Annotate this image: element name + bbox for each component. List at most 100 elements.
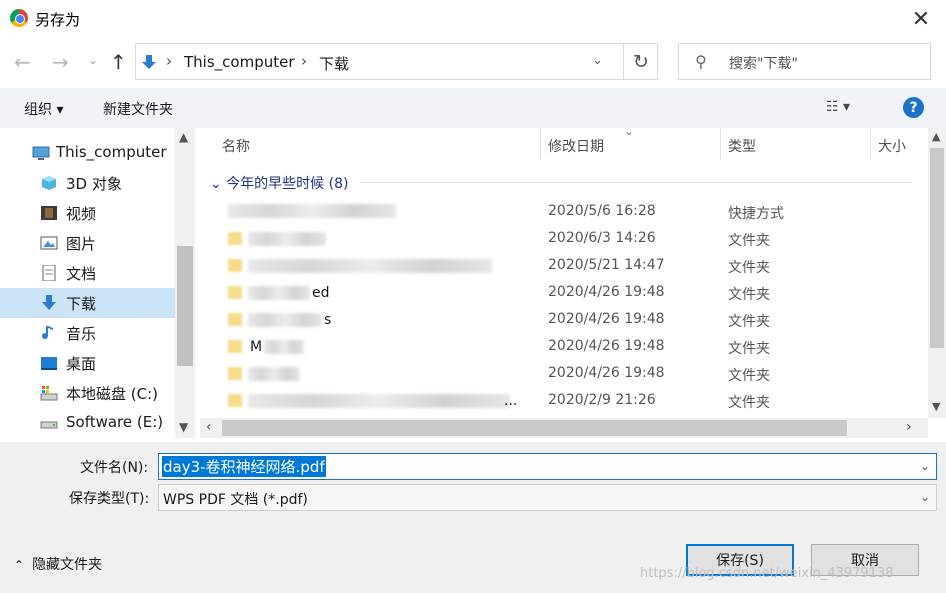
filename-input[interactable]: day3-卷积神经网络.pdf ⌄ [158,453,937,480]
hide-folders-toggle[interactable]: ⌃ 隐藏文件夹 [14,554,102,574]
sidebar-item-drive-c[interactable]: 本地磁盘 (C:) [0,378,175,408]
folder-icon [228,394,242,407]
save-type-label: 保存类型(T): [69,491,150,507]
save-form: 文件名(N): day3-卷积神经网络.pdf ⌄ 保存类型(T): WPS P… [0,442,946,593]
sidebar-item-label: 文档 [66,265,97,283]
address-dropdown-icon[interactable]: ⌄ [592,53,603,68]
folder-icon [228,259,242,272]
view-options-button[interactable]: ☷ ▾ [826,99,850,115]
sidebar-item-drive-e[interactable]: Software (E:) [0,408,175,438]
column-header-name[interactable]: 名称 [222,136,250,156]
file-type: 文件夹 [728,233,770,249]
file-type: 文件夹 [728,395,770,411]
back-arrow-icon[interactable]: ← [14,50,31,74]
breadcrumb-separator[interactable]: › [166,52,172,70]
folder-icon [228,286,242,299]
organize-button[interactable]: 组织 ▾ [24,99,63,119]
file-date: 2020/4/26 19:48 [548,365,665,381]
address-bar[interactable]: › This_computer › 下载 ⌄ ↻ [135,43,658,80]
watermark-text: https://blog.csdn.net/weixin_43979138 [640,566,894,581]
column-header-date[interactable]: 修改日期 [548,136,604,156]
file-name: M [228,337,528,357]
sidebar-item-label: 本地磁盘 (C:) [66,385,158,403]
scroll-left-icon[interactable]: ‹ [206,419,212,435]
scrollbar-thumb[interactable] [222,420,847,436]
search-icon: ⚲ [695,52,707,71]
sidebar-item-label: 图片 [66,235,97,253]
chevron-down-icon[interactable]: ⌄ [920,459,930,473]
file-name [228,256,528,276]
sidebar-item-desktop[interactable]: 桌面 [0,348,175,378]
file-list-vertical-scrollbar[interactable]: ▲ ▼ [928,128,946,418]
file-date: 2020/5/6 16:28 [548,203,656,219]
column-header-type[interactable]: 类型 [728,136,756,156]
file-date: 2020/4/26 19:48 [548,311,665,327]
scrollbar-thumb[interactable] [177,246,193,366]
sort-chevron-icon: ⌄ [624,124,635,138]
cube-icon [42,176,56,190]
list-item[interactable]: 2020/5/21 14:47 文件夹 [200,253,912,280]
sidebar-item-label: 桌面 [66,355,97,373]
recent-locations-chevron-icon[interactable]: ⌄ [88,53,98,67]
scroll-up-icon[interactable]: ▲ [932,130,940,143]
list-item[interactable]: 2020/4/26 19:48 文件夹 [200,361,912,388]
file-name: ... [228,391,528,411]
folder-icon [228,313,242,326]
search-box[interactable]: ⚲ 搜索"下载" [678,43,931,80]
save-type-select[interactable]: WPS PDF 文档 (*.pdf) ⌄ [158,484,937,511]
filename-value[interactable]: day3-卷积神经网络.pdf [162,456,326,477]
scroll-down-icon[interactable]: ▼ [179,420,188,434]
scroll-right-icon[interactable]: › [906,419,912,435]
file-name: ed [228,283,528,303]
download-icon [42,295,56,310]
list-item[interactable]: 2020/6/3 14:26 文件夹 [200,226,912,253]
file-list: 名称 ⌄ 修改日期 类型 大小 ⌄ 今年的早些时候 (8) 2020/5/6 1… [200,124,946,438]
hide-folders-label: 隐藏文件夹 [32,557,103,573]
refresh-button[interactable]: ↻ [623,44,658,79]
list-item[interactable]: 2020/5/6 16:28 快捷方式 [200,199,912,226]
column-header-size[interactable]: 大小 [878,136,906,156]
help-icon[interactable]: ? [903,97,924,118]
column-divider[interactable] [720,128,721,160]
sidebar-item-videos[interactable]: 视频 [0,198,175,228]
list-item[interactable]: s 2020/4/26 19:48 文件夹 [200,307,912,334]
search-input[interactable]: 搜索"下载" [729,53,798,73]
drive-e-icon [40,421,58,429]
column-divider[interactable] [540,128,541,160]
new-folder-button[interactable]: 新建文件夹 [103,99,173,119]
list-item[interactable]: ed 2020/4/26 19:48 文件夹 [200,280,912,307]
list-item[interactable]: ... 2020/2/9 21:26 文件夹 [200,388,912,415]
file-type: 文件夹 [728,314,770,330]
file-type: 文件夹 [728,260,770,276]
file-date: 2020/6/3 14:26 [548,230,656,246]
forward-arrow-icon[interactable]: → [52,50,69,74]
close-button[interactable]: ✕ [900,4,942,34]
scroll-up-icon[interactable]: ▲ [179,130,188,144]
breadcrumb-separator[interactable]: › [301,52,307,70]
up-arrow-icon[interactable]: ↑ [110,50,127,74]
sidebar-item-label: 下载 [66,295,97,313]
sidebar-item-this-computer[interactable]: This_computer [0,138,175,168]
navigation-pane: This_computer 3D 对象 视频 图片 文档 下载 音乐 桌面 本地… [0,128,195,438]
scrollbar-thumb[interactable] [930,148,944,348]
file-list-horizontal-scrollbar[interactable]: ‹ › [200,418,928,438]
sidebar-item-music[interactable]: 音乐 [0,318,175,348]
sidebar-item-documents[interactable]: 文档 [0,258,175,288]
chevron-down-icon[interactable]: ⌄ [920,490,930,504]
file-type: 文件夹 [728,287,770,303]
column-divider[interactable] [870,128,871,160]
scroll-down-icon[interactable]: ▼ [932,400,940,413]
sidebar-item-3d-objects[interactable]: 3D 对象 [0,168,175,198]
group-header[interactable]: ⌄ 今年的早些时候 (8) [210,173,348,193]
file-name [228,364,528,384]
sidebar-item-label: 3D 对象 [66,175,122,193]
sidebar-scrollbar[interactable]: ▲ ▼ [175,128,195,438]
file-date: 2020/4/26 19:48 [548,338,665,354]
breadcrumb-this-computer[interactable]: This_computer [184,53,295,71]
chrome-icon [10,9,28,27]
sidebar-item-label: 音乐 [66,325,97,343]
sidebar-item-pictures[interactable]: 图片 [0,228,175,258]
breadcrumb-downloads[interactable]: 下载 [319,53,349,74]
sidebar-item-downloads[interactable]: 下载 [0,288,175,318]
list-item[interactable]: M 2020/4/26 19:48 文件夹 [200,334,912,361]
